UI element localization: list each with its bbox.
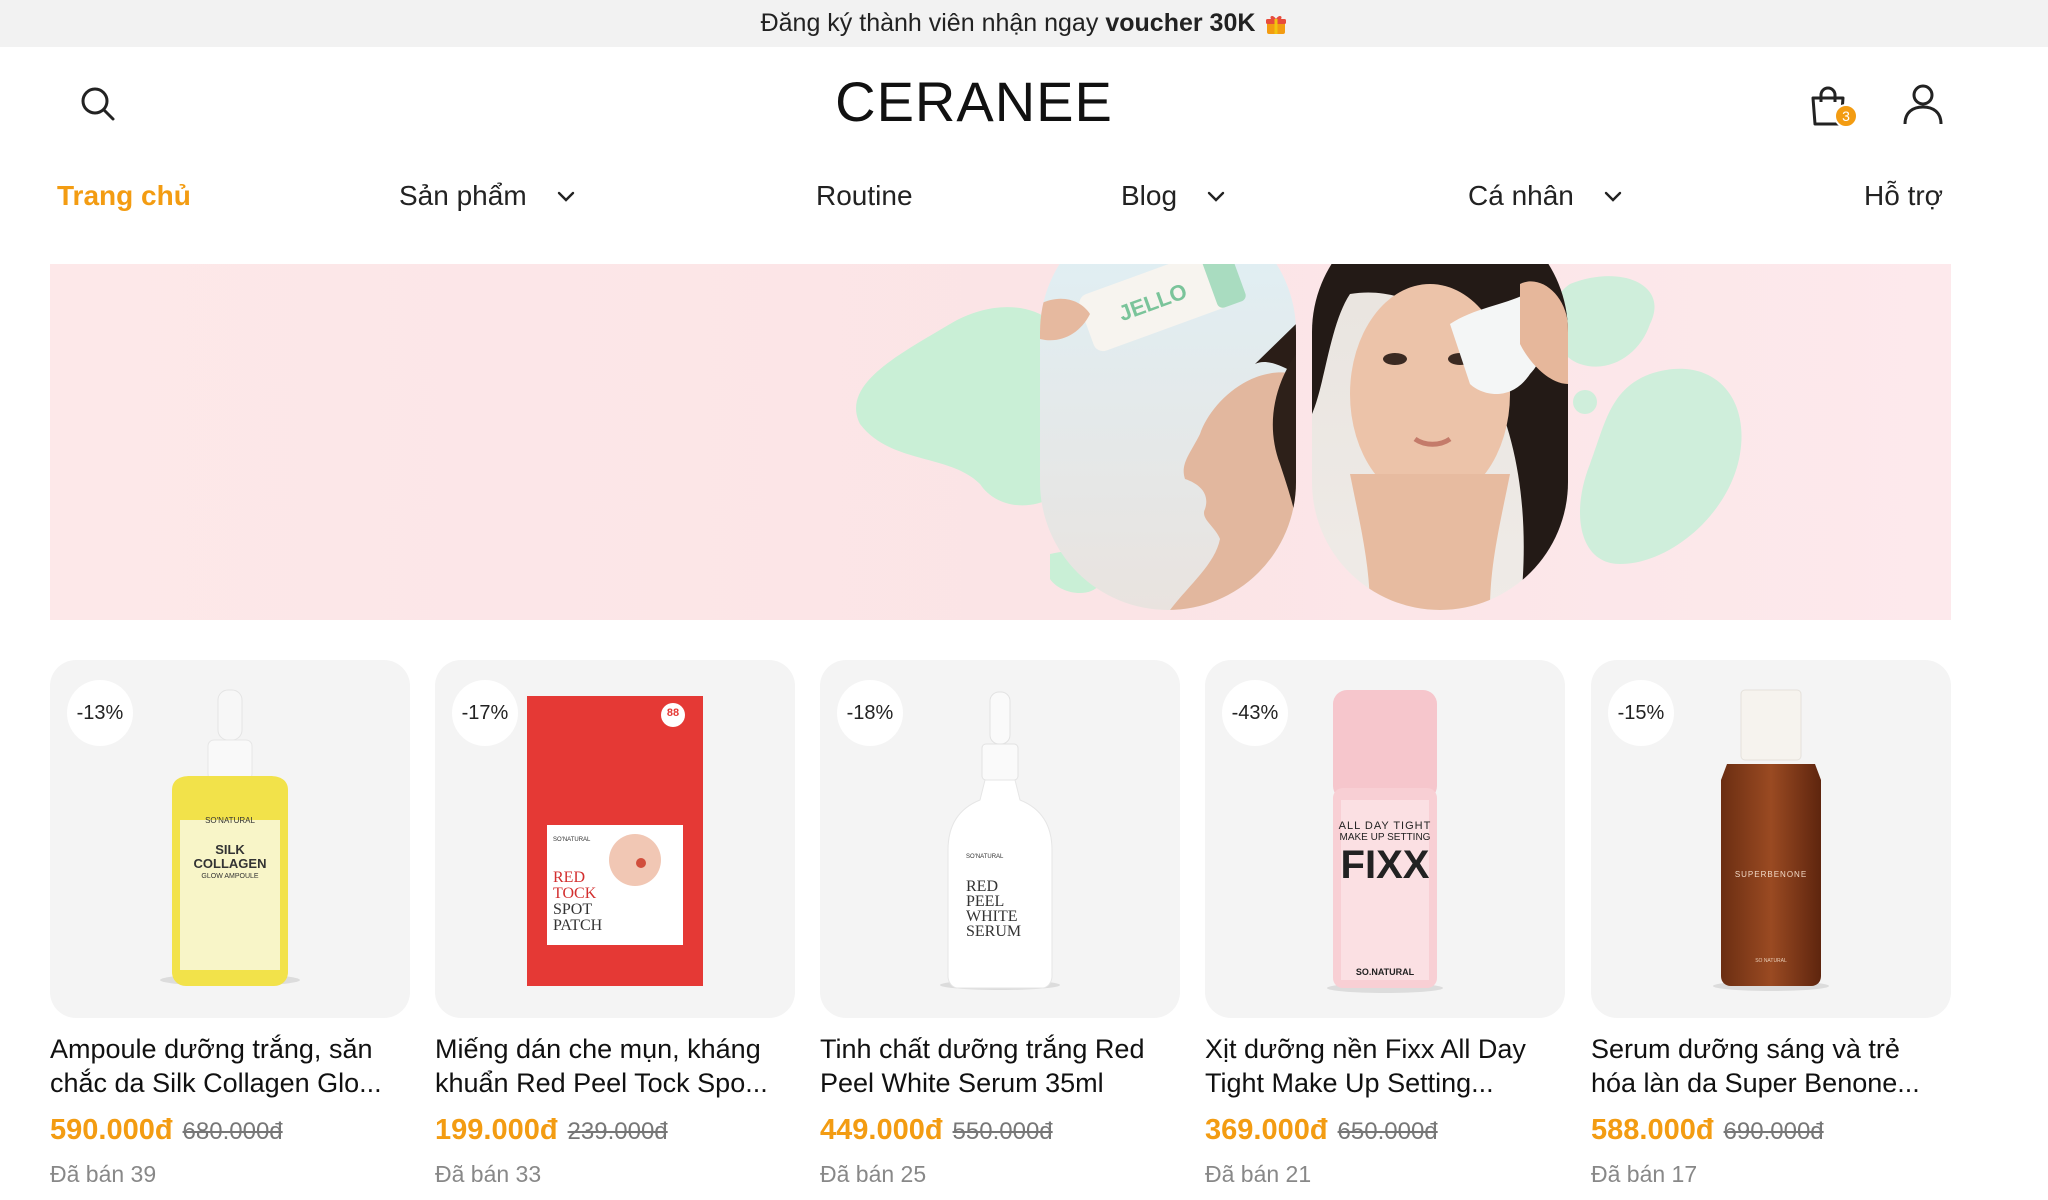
pack-line: SUPERBENONE — [1734, 870, 1808, 879]
sold-count: Đã bán 25 — [820, 1161, 927, 1187]
pack-count-badge: 88 — [666, 707, 680, 719]
announcement-text: Đăng ký thành viên nhận ngay — [760, 9, 1099, 37]
sale-price: 449.000đ — [820, 1114, 943, 1146]
chevron-down-icon — [1205, 185, 1227, 207]
sale-price: 588.000đ — [1591, 1114, 1714, 1146]
discount-badge: -17% — [452, 680, 518, 746]
price-row: 369.000đ 650.000đ — [1205, 1114, 1565, 1147]
product-pack-text: ALL DAY TIGHT MAKE UP SETTING FIXX SO.NA… — [1335, 820, 1435, 977]
price-row: 590.000đ 680.000đ — [50, 1114, 410, 1147]
pack-brand: SO'NATURAL — [966, 854, 1004, 860]
product-card[interactable]: -13% SO'NATURAL SILK COLLAGEN GLOW AMPOU… — [50, 660, 410, 1188]
price-row: 588.000đ 690.000đ — [1591, 1114, 1951, 1147]
sold-count: Đã bán 17 — [1591, 1161, 1698, 1187]
discount-badge: -18% — [837, 680, 903, 746]
sold-count: Đã bán 21 — [1205, 1161, 1312, 1187]
product-pack-text: SO'NATURAL SILK COLLAGEN GLOW AMPOULE — [180, 790, 280, 880]
pack-brand: SO'NATURAL — [553, 837, 591, 843]
nav-item-label: Blog — [1121, 180, 1178, 211]
product-image[interactable]: -18% SO'NATURAL RED PEEL WHITE SERUM — [820, 660, 1180, 1018]
cart-count-badge: 3 — [1834, 104, 1858, 128]
discount-badge: -15% — [1608, 680, 1674, 746]
nav-item-home[interactable]: Trang chủ — [57, 174, 191, 218]
chevron-down-icon — [555, 185, 577, 207]
discount-badge: -13% — [67, 680, 133, 746]
pack-line: PEEL — [966, 893, 1005, 910]
product-title[interactable]: Ampoule dưỡng trắng, săn chắc da Silk Co… — [50, 1032, 410, 1100]
product-pack-text: SO'NATURAL RED PEEL WHITE SERUM — [966, 850, 1046, 940]
pack-brand: SO'NATURAL — [205, 816, 255, 825]
pack-brand: SO NATURAL — [1755, 958, 1787, 964]
pack-line: SPOT — [553, 901, 593, 918]
sale-price: 199.000đ — [435, 1114, 558, 1146]
chevron-down-icon — [1602, 185, 1624, 207]
banner-illustration: JELLO — [856, 264, 1742, 610]
pack-line: ALL DAY TIGHT — [1338, 820, 1432, 832]
sold-count: Đã bán 39 — [50, 1161, 157, 1187]
product-card[interactable]: -43% ALL DAY TIGHT MAKE UP SETTING FIXX … — [1205, 660, 1565, 1188]
nav-item-support[interactable]: Hỗ trợ — [1864, 174, 1943, 218]
pack-line: GLOW AMPOULE — [201, 873, 259, 880]
original-price: 550.000đ — [952, 1118, 1053, 1145]
cart-button[interactable]: 3 — [1800, 78, 1858, 134]
nav-item-products[interactable]: Sản phẩm — [399, 174, 577, 218]
announcement-bar[interactable]: Đăng ký thành viên nhận ngay voucher 30K — [0, 0, 2048, 47]
nav-item-blog[interactable]: Blog — [1121, 174, 1227, 218]
original-price: 650.000đ — [1337, 1118, 1438, 1145]
gift-icon — [1265, 13, 1287, 35]
product-card[interactable]: -18% SO'NATURAL RED PEEL WHITE SERUM Tin… — [820, 660, 1180, 1188]
pack-line: COLLAGEN — [193, 856, 267, 871]
original-price: 680.000đ — [182, 1118, 283, 1145]
product-card[interactable]: -17% 88 SO'NATURAL RED TOCK SPOT PATCH M… — [435, 660, 795, 1188]
pack-brand: SO.NATURAL — [1355, 967, 1415, 977]
nav-item-label: Hỗ trợ — [1864, 180, 1944, 211]
pack-line: MAKE UP SETTING — [1339, 832, 1431, 843]
site-logo[interactable]: CERANEE — [760, 68, 1188, 136]
nav-item-label: Sản phẩm — [399, 180, 527, 211]
pack-line: TOCK — [553, 885, 597, 902]
price-row: 449.000đ 550.000đ — [820, 1114, 1180, 1147]
pack-line: WHITE — [966, 908, 1018, 925]
price-row: 199.000đ 239.000đ — [435, 1114, 795, 1147]
nav-item-label: Cá nhân — [1468, 180, 1574, 211]
product-pack-text: SO'NATURAL RED TOCK SPOT PATCH — [553, 832, 643, 934]
discount-badge: -43% — [1222, 680, 1288, 746]
nav-item-personal[interactable]: Cá nhân — [1468, 174, 1624, 218]
search-button[interactable] — [72, 78, 124, 130]
announcement-highlight: voucher 30K — [1105, 9, 1256, 37]
product-title[interactable]: Miếng dán che mụn, kháng khuẩn Red Peel … — [435, 1032, 795, 1100]
nav-item-label: Trang chủ — [57, 180, 191, 211]
product-title[interactable]: Xịt dưỡng nền Fixx All Day Tight Make Up… — [1205, 1032, 1565, 1100]
original-price: 239.000đ — [567, 1118, 668, 1145]
product-image[interactable]: -17% 88 SO'NATURAL RED TOCK SPOT PATCH — [435, 660, 795, 1018]
product-card[interactable]: -15% SUPERBENONE SO NATURAL Serum dưỡng … — [1591, 660, 1951, 1188]
main-nav: Trang chủ Sản phẩm Routine Blog Cá nhân … — [0, 174, 2048, 218]
product-image[interactable]: -13% SO'NATURAL SILK COLLAGEN GLOW AMPOU… — [50, 660, 410, 1018]
nav-item-routine[interactable]: Routine — [816, 174, 913, 218]
pack-line: FIXX — [1340, 843, 1430, 887]
pack-line: PATCH — [553, 917, 603, 934]
product-image[interactable]: -15% SUPERBENONE SO NATURAL — [1591, 660, 1951, 1018]
user-icon — [1901, 82, 1945, 126]
hero-banner[interactable]: JELLO — [50, 264, 1951, 620]
pack-line: SERUM — [966, 923, 1022, 940]
product-title[interactable]: Serum dưỡng sáng và trẻ hóa làn da Super… — [1591, 1032, 1951, 1100]
product-image[interactable]: -43% ALL DAY TIGHT MAKE UP SETTING FIXX … — [1205, 660, 1565, 1018]
pack-line: SILK — [215, 842, 245, 857]
sale-price: 590.000đ — [50, 1114, 173, 1146]
sold-count: Đã bán 33 — [435, 1161, 542, 1187]
pack-line: RED — [966, 878, 998, 895]
product-title[interactable]: Tinh chất dưỡng trắng Red Peel White Ser… — [820, 1032, 1180, 1100]
pack-line: RED — [553, 869, 585, 886]
original-price: 690.000đ — [1723, 1118, 1824, 1145]
sale-price: 369.000đ — [1205, 1114, 1328, 1146]
search-icon — [79, 85, 117, 123]
nav-item-label: Routine — [816, 180, 913, 211]
account-button[interactable] — [1895, 76, 1951, 132]
